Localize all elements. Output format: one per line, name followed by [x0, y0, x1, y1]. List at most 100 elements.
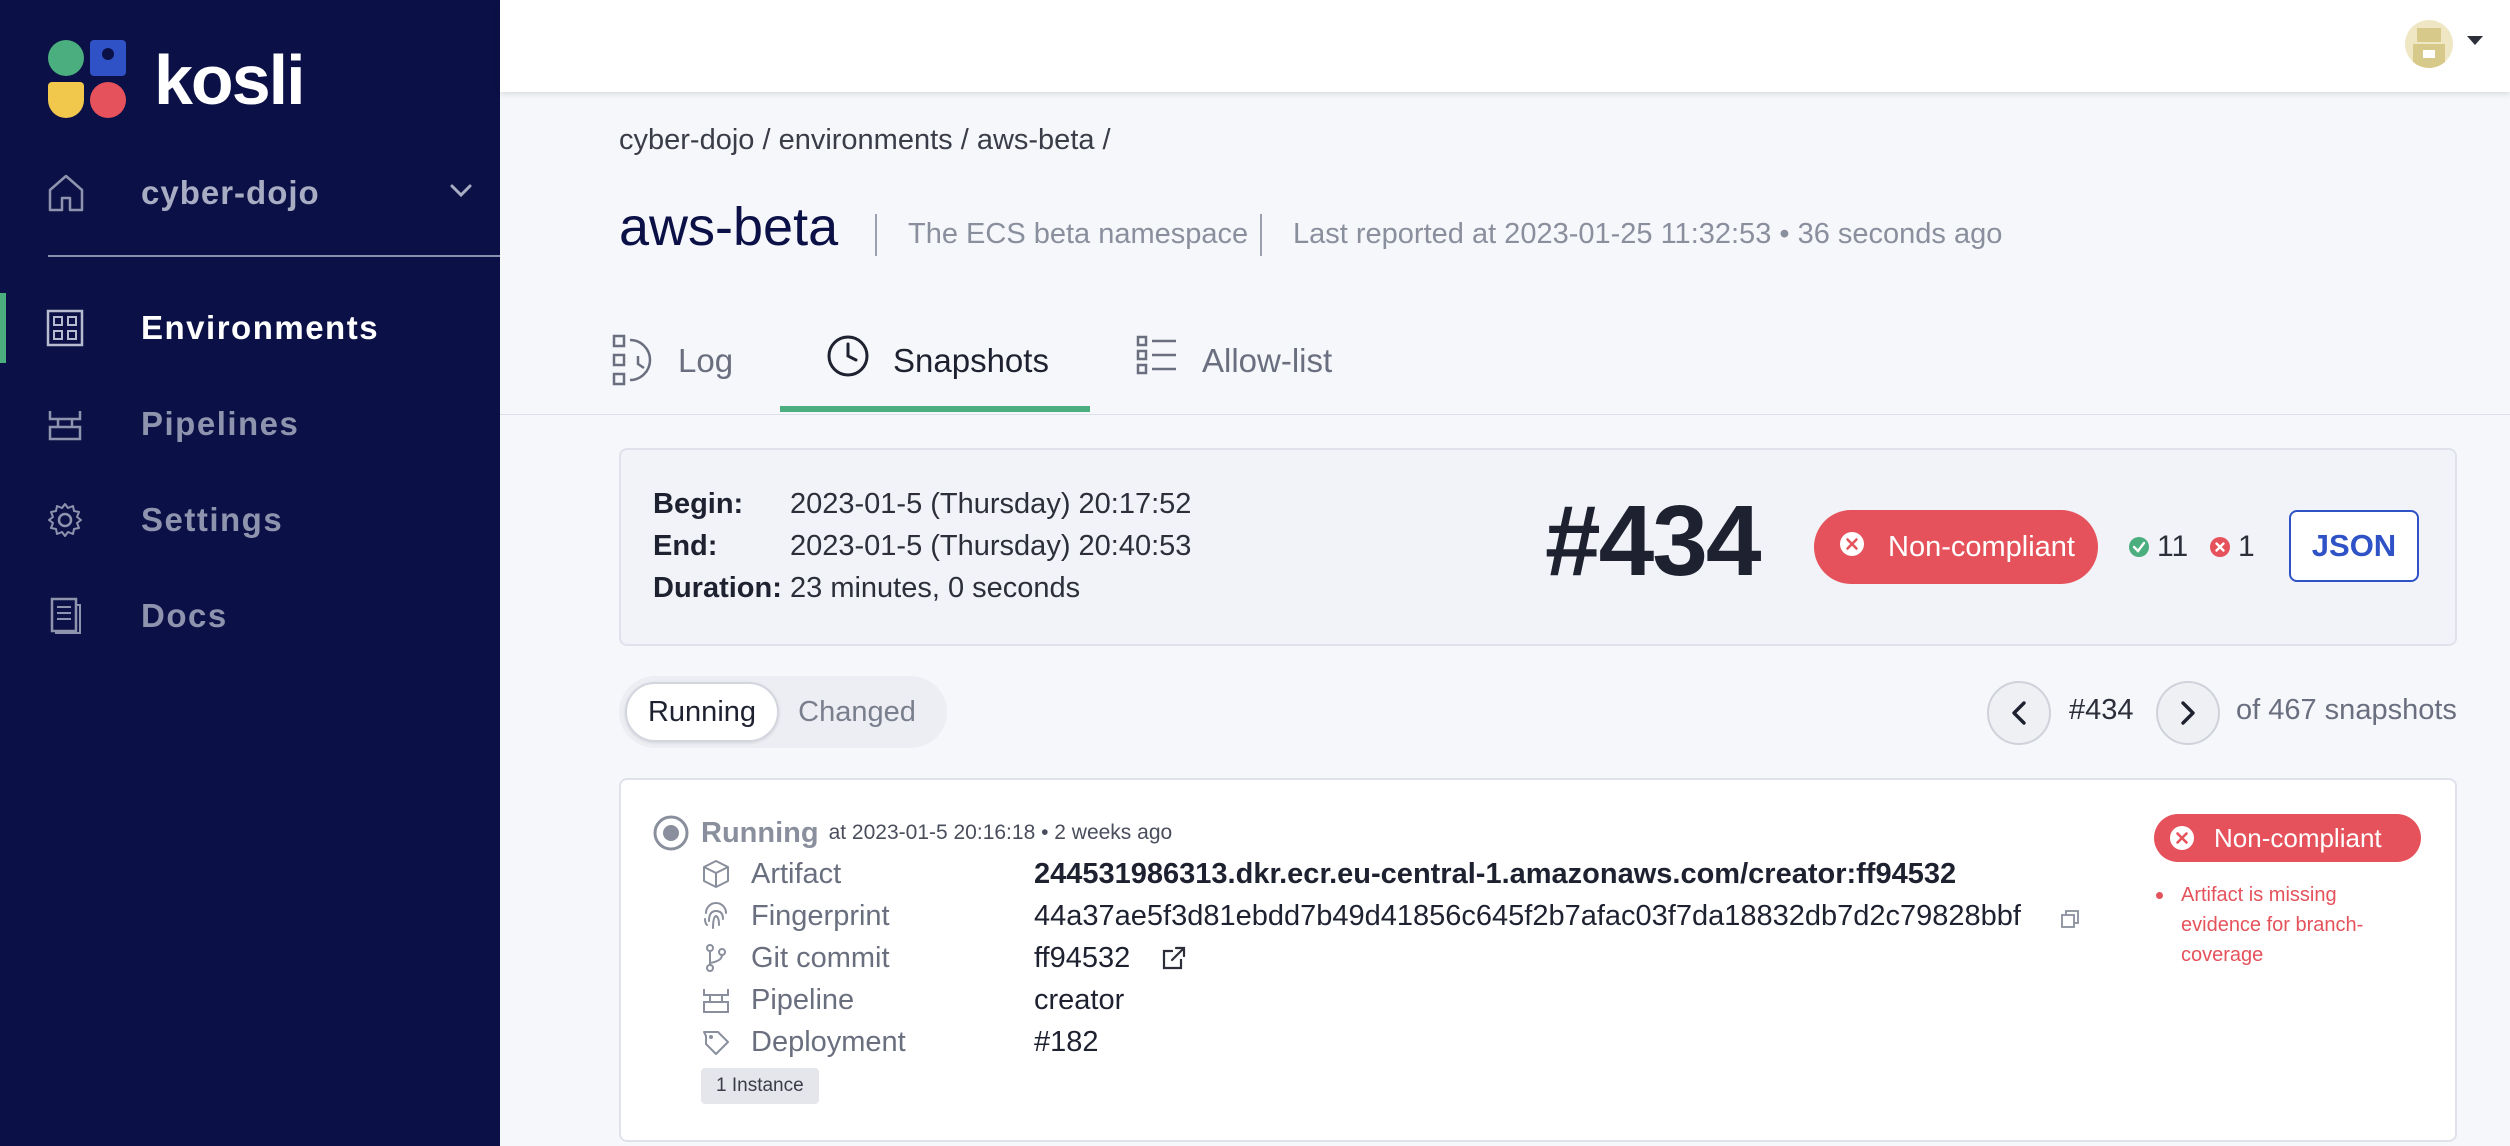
brand-name: kosli [154, 41, 306, 119]
gear-icon [46, 501, 84, 544]
running-status-icon [653, 815, 689, 851]
org-selector[interactable]: cyber-dojo [0, 160, 500, 226]
sidebar-item-label: Environments [141, 309, 380, 346]
sidebar-item-docs[interactable]: Docs [0, 581, 500, 651]
deployment-row: Deployment #182 [701, 1023, 2001, 1063]
chevron-down-icon[interactable] [448, 178, 474, 209]
snapshot-status-badge: Non-compliant [1814, 510, 2098, 584]
duration-value: 23 minutes, 0 seconds [790, 572, 1081, 604]
json-button[interactable]: JSON [2289, 510, 2419, 582]
grid-icon [46, 309, 84, 352]
document-icon [46, 597, 84, 640]
pipeline-row: Pipeline creator [701, 981, 2001, 1021]
begin-label: Begin: [653, 488, 744, 520]
artifact-row: Artifact 244531986313.dkr.ecr.eu-central… [701, 855, 2001, 895]
noncompliant-count-value: 1 [2238, 530, 2255, 563]
fingerprint-icon [701, 901, 731, 936]
field-label: Artifact [751, 858, 842, 890]
sidebar-item-pipelines[interactable]: Pipelines [0, 389, 500, 459]
x-circle-icon [2210, 537, 2230, 557]
copy-icon[interactable] [2060, 909, 2080, 929]
snapshot-total: of 467 snapshots [2236, 694, 2457, 726]
field-label: Deployment [751, 1026, 906, 1058]
tab-log[interactable]: Log [612, 320, 762, 414]
end-value: 2023-01-5 (Thursday) 20:40:53 [790, 530, 1192, 562]
tab-label: Log [678, 342, 734, 379]
breadcrumb[interactable]: cyber-dojo / environments / aws-beta / [619, 124, 1111, 157]
field-label: Fingerprint [751, 900, 890, 932]
tab-label: Allow-list [1202, 342, 1333, 379]
environment-description: The ECS beta namespace [908, 218, 1249, 250]
pipeline-icon [701, 985, 731, 1020]
header-separator [1260, 214, 1262, 256]
caret-down-icon[interactable] [2467, 36, 2483, 45]
sidebar: kosli cyber-dojo Environments Pipelines … [0, 0, 500, 1146]
kosli-logo-mark [48, 40, 128, 120]
clock-icon [826, 334, 870, 383]
kosli-logo[interactable]: kosli [48, 40, 306, 120]
pipeline-value[interactable]: creator [1034, 984, 1124, 1017]
sidebar-item-label: Settings [141, 501, 284, 538]
check-circle-icon [2129, 537, 2149, 557]
chevron-right-icon [2177, 700, 2199, 726]
compliant-count: 11 [2129, 530, 2188, 564]
org-name: cyber-dojo [141, 174, 320, 211]
list-icon [1136, 334, 1178, 381]
current-snapshot: #434 [2069, 694, 2134, 726]
top-bar [500, 0, 2510, 92]
active-tab-indicator [780, 406, 1090, 412]
fingerprint-value: 44a37ae5f3d81ebdd7b49d41856c645f2b7afac0… [1034, 900, 2021, 932]
compliance-issue: Artifact is missing evidence for branch-… [2156, 880, 2416, 970]
log-icon [612, 334, 654, 391]
field-label: Pipeline [751, 984, 855, 1016]
tab-snapshots[interactable]: Snapshots [826, 320, 1066, 414]
duration-label: Duration: [653, 572, 782, 604]
noncompliant-count: 1 [2210, 530, 2255, 564]
sidebar-divider [48, 255, 500, 257]
user-avatar[interactable] [2405, 20, 2453, 68]
field-label: Git commit [751, 942, 890, 974]
x-circle-icon [2170, 826, 2194, 850]
home-icon [46, 172, 86, 219]
begin-value: 2023-01-5 (Thursday) 20:17:52 [790, 488, 1192, 520]
running-time: at 2023-01-5 20:16:18 • 2 weeks ago [828, 821, 1173, 844]
pipeline-icon [46, 405, 84, 448]
view-toggle: Running Changed [619, 676, 947, 748]
status-label: Non-compliant [1888, 530, 2075, 563]
last-reported: Last reported at 2023-01-25 11:32:53 • 3… [1293, 218, 2003, 250]
artifact-status-badge: Non-compliant [2154, 814, 2421, 862]
page-title: aws-beta [619, 197, 839, 257]
sidebar-item-label: Docs [141, 597, 228, 634]
running-header: Running at 2023-01-5 20:16:18 • 2 weeks … [653, 815, 1172, 851]
instance-count-badge[interactable]: 1 Instance [701, 1068, 819, 1104]
external-link-icon[interactable] [1161, 945, 1187, 971]
git-commit-value[interactable]: ff94532 [1034, 942, 1130, 975]
compliant-count-value: 11 [2157, 530, 2189, 563]
bullet [2156, 892, 2163, 899]
tab-allow-list[interactable]: Allow-list [1136, 320, 1336, 414]
next-snapshot-button[interactable] [2156, 681, 2220, 745]
previous-snapshot-button[interactable] [1987, 681, 2051, 745]
artifact-name[interactable]: 244531986313.dkr.ecr.eu-central-1.amazon… [1034, 858, 1956, 891]
git-branch-icon [701, 943, 731, 978]
tabs-divider [500, 414, 2510, 415]
sidebar-item-environments[interactable]: Environments [0, 293, 500, 363]
status-label: Non-compliant [2214, 822, 2382, 853]
artifact-card: Running at 2023-01-5 20:16:18 • 2 weeks … [619, 778, 2457, 1142]
header-separator [875, 214, 877, 256]
sidebar-item-label: Pipelines [141, 405, 300, 442]
git-commit-row: Git commit ff94532 [701, 939, 2001, 979]
tab-label: Snapshots [893, 342, 1049, 379]
cube-icon [701, 859, 731, 894]
chevron-left-icon [2008, 700, 2030, 726]
end-label: End: [653, 530, 718, 562]
snapshot-number: #434 [1545, 485, 1761, 597]
deployment-value[interactable]: #182 [1034, 1026, 1099, 1059]
fingerprint-row: Fingerprint 44a37ae5f3d81ebdd7b49d41856c… [701, 897, 2079, 937]
sidebar-item-settings[interactable]: Settings [0, 485, 500, 555]
running-toggle[interactable]: Running [625, 682, 779, 742]
running-label: Running [701, 816, 819, 849]
snapshot-summary-card: Begin: 2023-01-5 (Thursday) 20:17:52 End… [619, 448, 2457, 646]
deployment-icon [701, 1027, 731, 1062]
changed-toggle[interactable]: Changed [797, 682, 917, 742]
